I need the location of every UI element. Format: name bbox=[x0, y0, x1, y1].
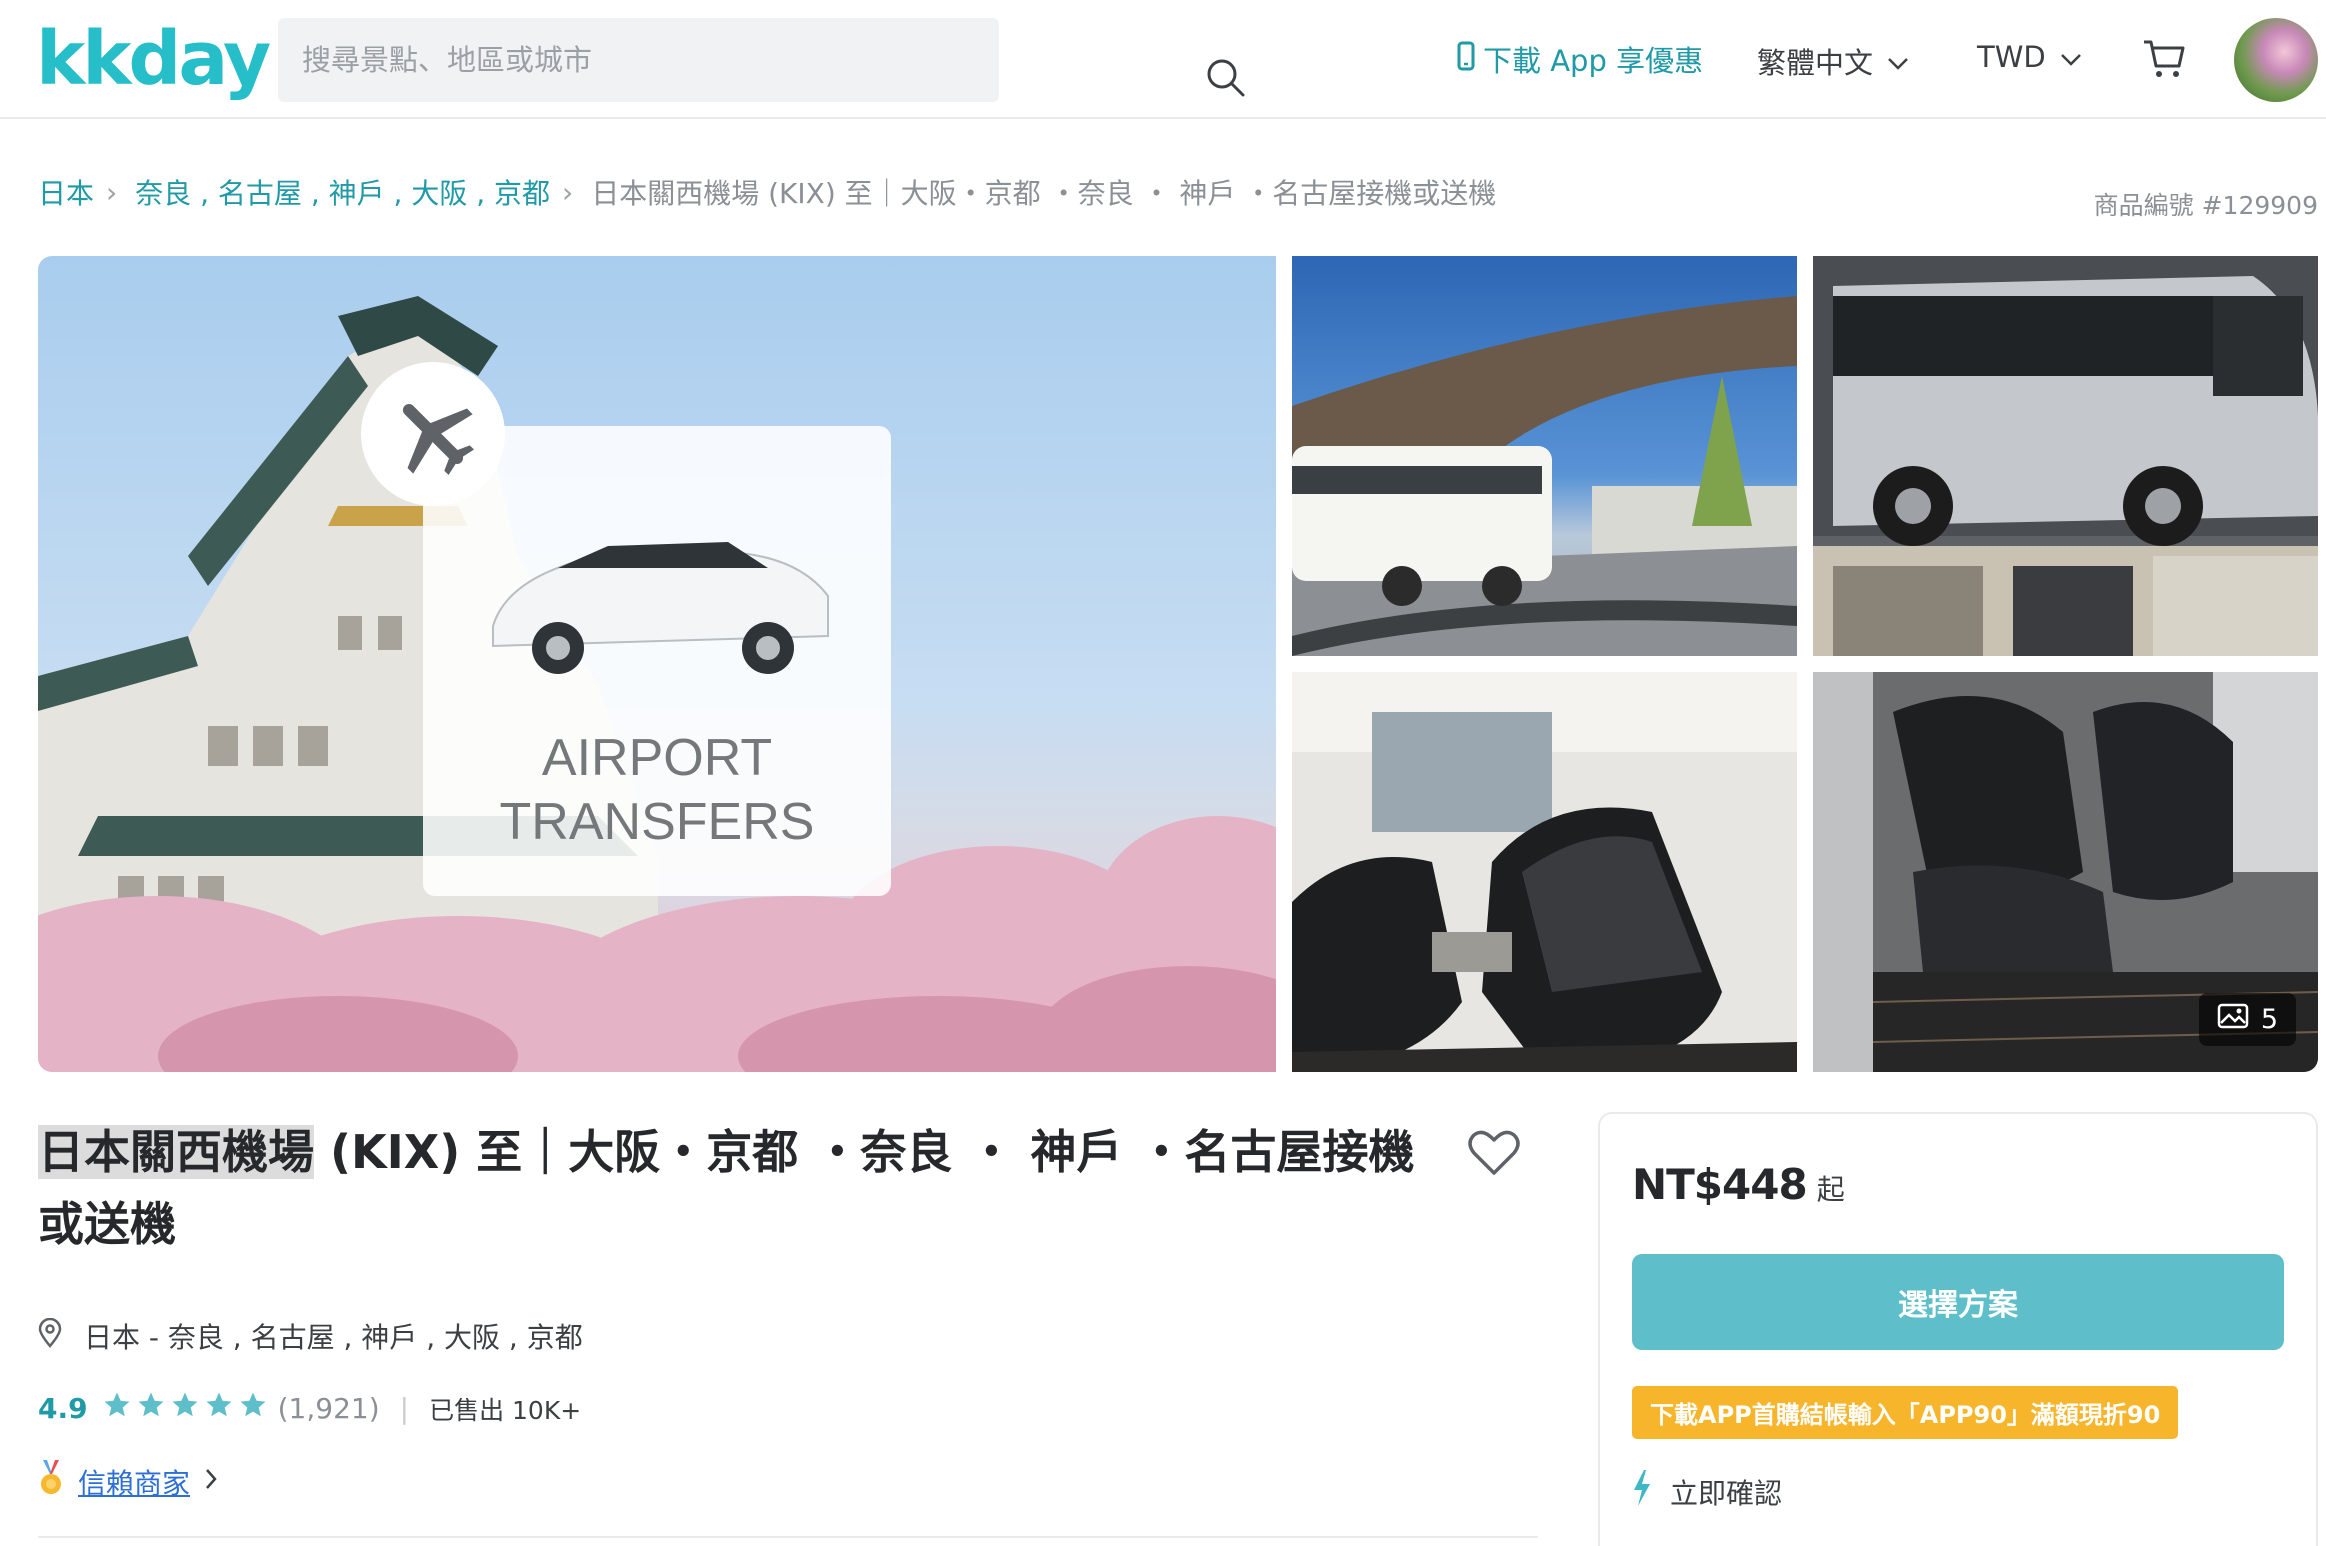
breadcrumb-japan[interactable]: 日本 bbox=[38, 172, 94, 212]
search-input[interactable] bbox=[302, 18, 902, 102]
rating-score: 4.9 bbox=[38, 1392, 88, 1425]
instant-confirm-label: 立即確認 bbox=[1670, 1476, 1783, 1510]
section-divider bbox=[38, 1536, 1538, 1538]
breadcrumb-region[interactable]: 奈良 , 名古屋 , 神戶 , 大阪 , 京都 bbox=[135, 172, 550, 212]
divider: | bbox=[399, 1392, 410, 1425]
search-icon[interactable] bbox=[1206, 58, 1246, 102]
chevron-down-icon bbox=[2060, 40, 2082, 74]
castle-illustration bbox=[38, 296, 1276, 1072]
review-count[interactable]: (1,921) bbox=[278, 1392, 380, 1425]
location-text: 日本 - 奈良 , 名古屋 , 神戶 , 大阪 , 京都 bbox=[84, 1321, 583, 1354]
shopping-cart-icon[interactable] bbox=[2142, 36, 2186, 84]
top-header: kkday 下載 App 享優惠 繁體中文 TWD bbox=[0, 0, 2326, 119]
star-icon bbox=[170, 1390, 200, 1427]
search-box[interactable] bbox=[278, 18, 1245, 102]
download-app-label: 下載 App 享優惠 bbox=[1483, 44, 1704, 78]
breadcrumb-current: 日本關西機場 (KIX) 至｜大阪・京都 ・奈良 ・ 神戶 ・名古屋接機或送機 bbox=[591, 177, 1497, 210]
tour-bus-image bbox=[1292, 296, 1797, 656]
chevron-right-icon bbox=[204, 1465, 218, 1498]
currency-label: TWD bbox=[1977, 40, 2046, 74]
promo-badge: 下載APP首購結帳輸入「APP90」滿額現折90 bbox=[1632, 1386, 2179, 1439]
photo-count: 5 bbox=[2260, 1004, 2278, 1035]
heart-icon[interactable] bbox=[1468, 1130, 1520, 1180]
chevron-right-icon: › bbox=[106, 175, 118, 209]
main-photo[interactable]: AIRPORT TRANSFERS bbox=[38, 256, 1276, 1072]
star-rating bbox=[102, 1390, 268, 1427]
star-icon bbox=[238, 1390, 268, 1427]
user-avatar[interactable] bbox=[2234, 18, 2318, 102]
price-amount: NT$448 bbox=[1632, 1160, 1808, 1209]
star-icon bbox=[102, 1390, 132, 1427]
breadcrumb: 日本 › 奈良 , 名古屋 , 神戶 , 大阪 , 京都 › 日本關西機場 (K… bbox=[38, 172, 1496, 212]
language-selector[interactable]: 繁體中文 bbox=[1757, 40, 1909, 82]
airport-transfers-caption: AIRPORT TRANSFERS bbox=[423, 726, 891, 854]
product-id: 商品編號 #129909 bbox=[2093, 191, 2318, 220]
photo-gallery: AIRPORT TRANSFERS 5 bbox=[38, 256, 2318, 1072]
lightning-icon bbox=[1632, 1470, 1652, 1513]
rating-row: 4.9 (1,921) | 已售出 10K+ bbox=[38, 1390, 581, 1427]
trusted-merchant-link[interactable]: 信賴商家 bbox=[38, 1460, 218, 1503]
photo-captain-seats[interactable]: 5 bbox=[1813, 672, 2318, 1072]
kkday-logo[interactable]: kkday bbox=[36, 14, 271, 104]
caption-line-2: TRANSFERS bbox=[499, 793, 815, 851]
language-label: 繁體中文 bbox=[1757, 46, 1874, 80]
location-pin-icon bbox=[38, 1317, 62, 1355]
price-suffix: 起 bbox=[1816, 1173, 1845, 1206]
sold-count: 已售出 10K+ bbox=[429, 1395, 582, 1425]
photo-tour-bus[interactable] bbox=[1292, 256, 1797, 656]
title-highlight: 日本關西機場 bbox=[38, 1125, 314, 1179]
product-title: 日本關西機場 (KIX) 至｜大阪・京都 ・奈良 ・ 神戶 ・名古屋接機或送機 bbox=[38, 1116, 1448, 1260]
currency-selector[interactable]: TWD bbox=[1977, 40, 2082, 74]
trusted-merchant-label: 信賴商家 bbox=[78, 1466, 191, 1500]
instant-confirmation: 立即確認 bbox=[1632, 1470, 1782, 1513]
chevron-down-icon bbox=[1887, 44, 1909, 78]
caption-line-1: AIRPORT bbox=[541, 729, 773, 787]
chevron-right-icon: › bbox=[562, 175, 574, 209]
booking-panel: NT$448 起 選擇方案 下載APP首購結帳輸入「APP90」滿額現折90 立… bbox=[1598, 1112, 2318, 1546]
product-location: 日本 - 奈良 , 名古屋 , 神戶 , 大阪 , 京都 bbox=[38, 1316, 583, 1356]
download-app-link[interactable]: 下載 App 享優惠 bbox=[1457, 38, 1703, 80]
mobile-phone-icon bbox=[1457, 41, 1475, 78]
photo-van-interior[interactable] bbox=[1292, 672, 1797, 1072]
minibus-image bbox=[1813, 276, 2318, 656]
select-plan-button[interactable]: 選擇方案 bbox=[1632, 1254, 2284, 1350]
more-photos-button[interactable]: 5 bbox=[2198, 993, 2296, 1046]
photo-minibus[interactable] bbox=[1813, 256, 2318, 656]
image-icon bbox=[2217, 1003, 2249, 1036]
price: NT$448 起 bbox=[1632, 1160, 1845, 1209]
star-icon bbox=[204, 1390, 234, 1427]
van-interior-image bbox=[1292, 672, 1797, 1072]
medal-icon bbox=[38, 1460, 64, 1503]
star-icon bbox=[136, 1390, 166, 1427]
